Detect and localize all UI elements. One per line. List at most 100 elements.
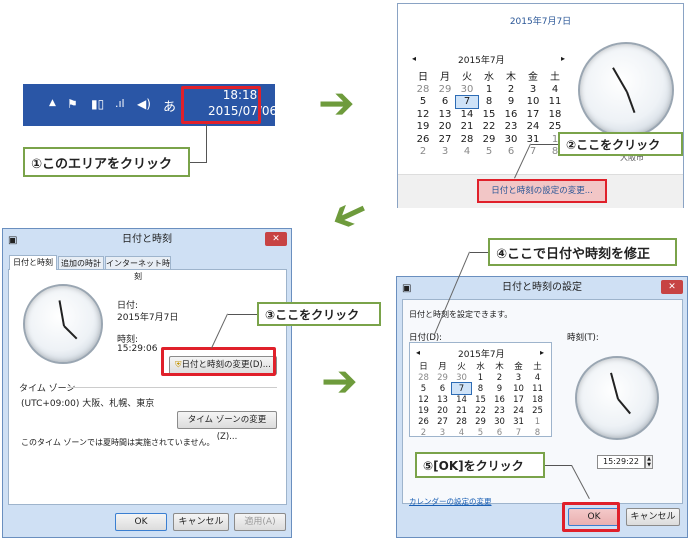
tab-additional-clocks[interactable]: 追加の時計 — [58, 256, 104, 270]
calendar-day[interactable]: 16 — [500, 108, 522, 121]
calendar-day[interactable]: 28 — [414, 372, 433, 383]
calendar-day[interactable]: 7 — [455, 94, 479, 109]
calendar-day[interactable]: 17 — [509, 394, 528, 405]
calendar-day[interactable]: 25 — [528, 405, 547, 416]
calendar-day[interactable]: 3 — [433, 427, 452, 438]
close-icon[interactable]: ✕ — [661, 280, 683, 294]
calendar-day[interactable]: 10 — [522, 96, 544, 109]
calendar-day[interactable]: 5 — [414, 383, 433, 394]
calendar-day[interactable]: 30 — [500, 133, 522, 146]
calendar-settings-link[interactable]: カレンダーの設定の変更 — [409, 496, 492, 507]
settings-cancel-button[interactable]: キャンセル — [626, 508, 680, 526]
calendar-day[interactable]: 23 — [490, 405, 509, 416]
calendar-day[interactable]: 5 — [412, 96, 434, 109]
calendar-day[interactable]: 6 — [490, 427, 509, 438]
calendar-day[interactable]: 18 — [544, 108, 566, 121]
settings-calendar[interactable]: ◂ 2015年7月 ▸ 日月火水木金土 28 29 30 1 2 3 4 5 6 7 8 9 10 11 12… — [409, 342, 552, 438]
calendar-day[interactable]: 6 — [500, 146, 522, 159]
calendar-day[interactable]: 26 — [412, 133, 434, 146]
calendar-day[interactable]: 13 — [433, 394, 452, 405]
power-icon[interactable]: ▮▯ — [91, 97, 104, 111]
calendar-day[interactable]: 15 — [471, 394, 490, 405]
calendar-day[interactable]: 29 — [478, 133, 500, 146]
calendar-day[interactable]: 30 — [452, 372, 471, 383]
calendar-day[interactable]: 13 — [434, 108, 456, 121]
cancel-button[interactable]: キャンセル — [173, 513, 229, 531]
calendar-day[interactable]: 1 — [471, 372, 490, 383]
signal-icon[interactable]: .ıl — [115, 97, 125, 110]
calendar-day[interactable]: 3 — [522, 83, 544, 96]
calendar-day[interactable]: 29 — [471, 416, 490, 427]
calendar-day[interactable]: 5 — [471, 427, 490, 438]
calendar-day[interactable]: 8 — [528, 427, 547, 438]
calendar-day[interactable]: 4 — [452, 427, 471, 438]
calendar-day[interactable]: 24 — [522, 121, 544, 134]
calendar-day[interactable]: 28 — [412, 83, 434, 96]
calendar-day[interactable]: 22 — [478, 121, 500, 134]
calendar-day[interactable]: 18 — [528, 394, 547, 405]
calendar-day[interactable]: 20 — [434, 121, 456, 134]
calendar-day[interactable]: 4 — [456, 146, 478, 159]
calendar-day[interactable]: 26 — [414, 416, 433, 427]
calendar-day[interactable]: 23 — [500, 121, 522, 134]
calendar-day[interactable]: 28 — [456, 133, 478, 146]
calendar-day[interactable]: 27 — [433, 416, 452, 427]
calendar-day[interactable]: 17 — [522, 108, 544, 121]
calendar-day[interactable]: 1 — [478, 83, 500, 96]
calendar-day[interactable]: 7 — [509, 427, 528, 438]
calendar-day[interactable]: 3 — [434, 146, 456, 159]
calendar-day[interactable]: 4 — [544, 83, 566, 96]
calendar-day[interactable]: 8 — [471, 383, 490, 394]
calendar-day[interactable]: 30 — [456, 83, 478, 96]
calendar-day[interactable]: 20 — [433, 405, 452, 416]
close-icon[interactable]: ✕ — [265, 232, 287, 246]
calendar-day[interactable]: 15 — [478, 108, 500, 121]
change-datetime-link[interactable]: 日付と時刻の設定の変更... — [477, 179, 607, 203]
calendar-day[interactable]: 10 — [509, 383, 528, 394]
calendar-day[interactable]: 12 — [414, 394, 433, 405]
calendar-day[interactable]: 9 — [500, 96, 522, 109]
calendar-day[interactable]: 27 — [434, 133, 456, 146]
calendar-day[interactable]: 31 — [509, 416, 528, 427]
calendar-day[interactable]: 12 — [412, 108, 434, 121]
calendar-day[interactable]: 29 — [434, 83, 456, 96]
calendar-day[interactable]: 21 — [456, 121, 478, 134]
calendar-day[interactable]: 22 — [471, 405, 490, 416]
time-input[interactable]: 15:29:22 — [597, 455, 645, 469]
calendar-day[interactable]: 29 — [433, 372, 452, 383]
calendar-day[interactable]: 2 — [412, 146, 434, 159]
prev-month-icon[interactable]: ◂ — [416, 348, 420, 357]
calendar-day[interactable]: 19 — [412, 121, 434, 134]
calendar-day[interactable]: 2 — [500, 83, 522, 96]
flag-icon[interactable]: ⚑ — [67, 97, 78, 111]
calendar-day[interactable]: 7 — [451, 382, 472, 395]
chevron-up-icon[interactable]: ▲ — [49, 98, 56, 108]
calendar-day[interactable]: 9 — [490, 383, 509, 394]
calendar-day[interactable]: 6 — [434, 96, 456, 109]
calendar-day[interactable]: 2 — [414, 427, 433, 438]
calendar-day[interactable]: 1 — [528, 416, 547, 427]
calendar-day[interactable]: 16 — [490, 394, 509, 405]
calendar-day[interactable]: 8 — [478, 96, 500, 109]
change-timezone-button[interactable]: タイム ゾーンの変更(Z)... — [177, 411, 277, 442]
tab-datetime[interactable]: 日付と時刻 — [9, 255, 57, 270]
calendar-day[interactable]: 28 — [452, 416, 471, 427]
calendar-day[interactable]: 11 — [528, 383, 547, 394]
settings-calendar-grid[interactable]: 日月火水木金土 28 29 30 1 2 3 4 5 6 7 8 9 10 11 12 13 14 15 16 17 18… — [414, 360, 547, 438]
calendar-day[interactable]: 5 — [478, 146, 500, 159]
ime-indicator[interactable]: あ — [163, 96, 176, 115]
next-month-icon[interactable]: ▸ — [561, 54, 565, 63]
calendar-day[interactable]: 14 — [456, 108, 478, 121]
calendar-day[interactable]: 2 — [490, 372, 509, 383]
tab-internet-time[interactable]: インターネット時刻 — [105, 256, 171, 281]
calendar-day[interactable]: 21 — [452, 405, 471, 416]
calendar-day[interactable]: 4 — [528, 372, 547, 383]
calendar-day[interactable]: 30 — [490, 416, 509, 427]
prev-month-icon[interactable]: ◂ — [412, 54, 416, 63]
time-spinner-icon[interactable]: ▲ ▼ — [645, 455, 653, 469]
calendar-day[interactable]: 19 — [414, 405, 433, 416]
calendar-day[interactable]: 14 — [452, 394, 471, 405]
ok-button[interactable]: OK — [115, 513, 167, 531]
next-month-icon[interactable]: ▸ — [540, 348, 544, 357]
calendar-day[interactable]: 24 — [509, 405, 528, 416]
